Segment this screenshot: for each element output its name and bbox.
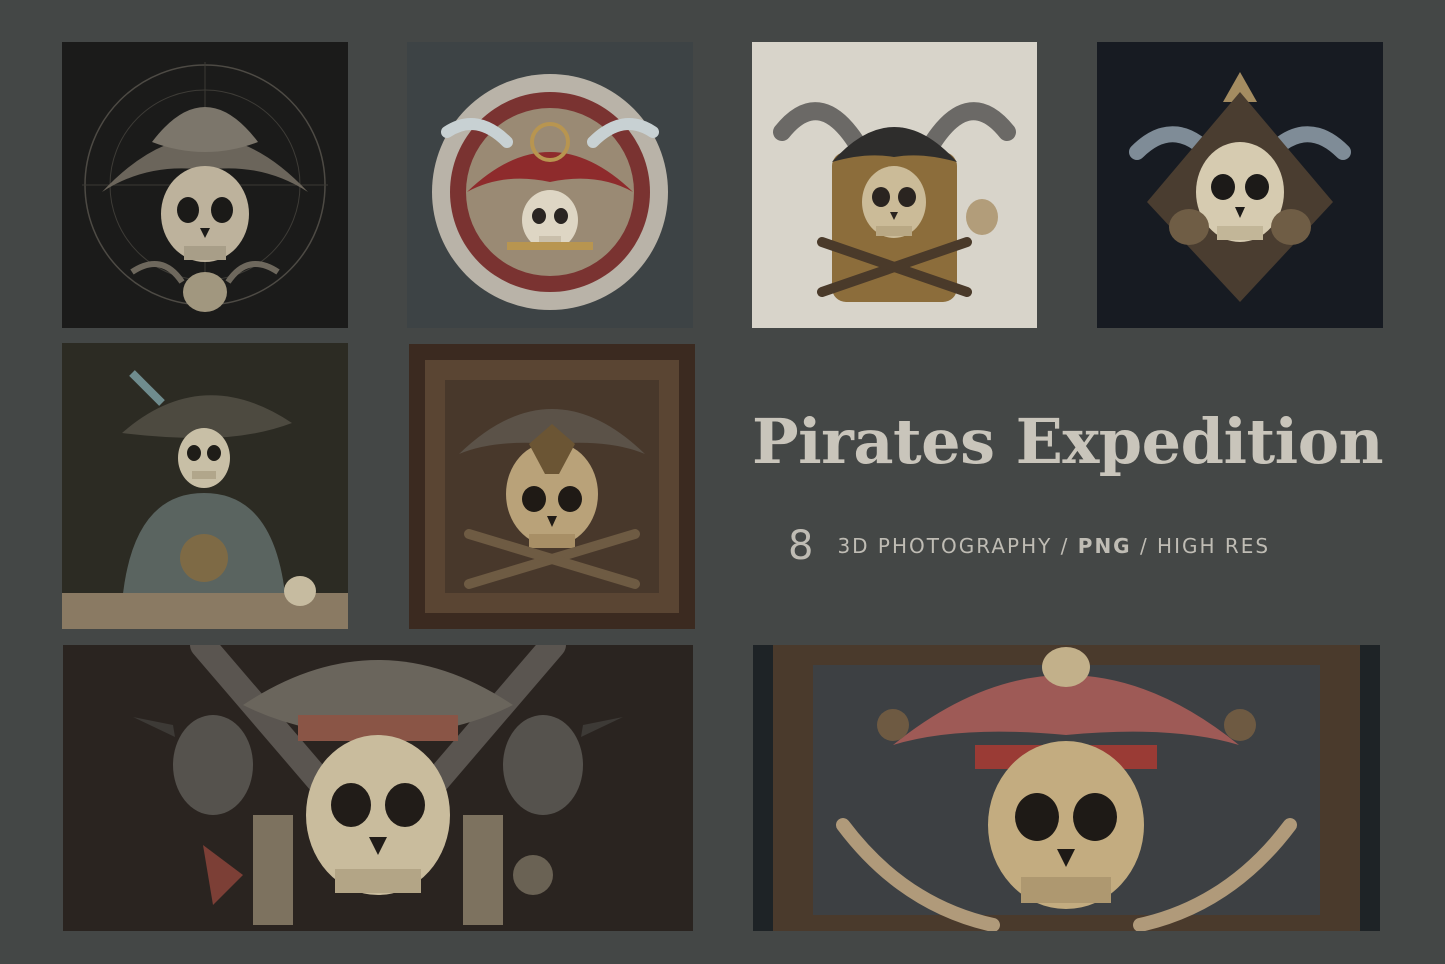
skull-feathers-illustration: [1097, 42, 1383, 328]
skeleton-captain-illustration: [62, 343, 348, 629]
skull-carved-frame-illustration: [409, 344, 695, 629]
artwork-skull-ravens-guns: [63, 645, 693, 931]
skull-red-hat-illustration: [407, 42, 693, 328]
artwork-skull-red-hat-wheel: [407, 42, 693, 328]
artwork-skull-tricorn-compass: [62, 42, 348, 328]
product-meta: 8 3D PHOTOGRAPHY / PNG / HIGH RES: [788, 524, 1270, 568]
artwork-skull-ship-carved-frame: [409, 344, 695, 629]
format-line: 3D PHOTOGRAPHY / PNG / HIGH RES: [837, 534, 1270, 558]
format-resolution: HIGH RES: [1157, 534, 1271, 558]
image-count: 8: [788, 523, 814, 569]
skull-ravens-illustration: [63, 645, 693, 931]
separator: /: [1052, 534, 1078, 558]
page-title: Pirates Expedition: [752, 405, 1384, 478]
skull-red-hat-swords-illustration: [753, 645, 1380, 931]
artwork-skeleton-captain: [62, 343, 348, 629]
skull-tricorn-illustration: [62, 42, 348, 328]
artwork-skull-feathers-dark: [1097, 42, 1383, 328]
skull-black-hat-illustration: [752, 42, 1037, 328]
format-file: PNG: [1077, 534, 1132, 558]
artwork-skull-black-hat-eagles: [752, 42, 1037, 328]
format-type: 3D PHOTOGRAPHY: [837, 534, 1053, 558]
separator: /: [1131, 534, 1158, 558]
artwork-skull-red-hat-swords: [753, 645, 1380, 931]
